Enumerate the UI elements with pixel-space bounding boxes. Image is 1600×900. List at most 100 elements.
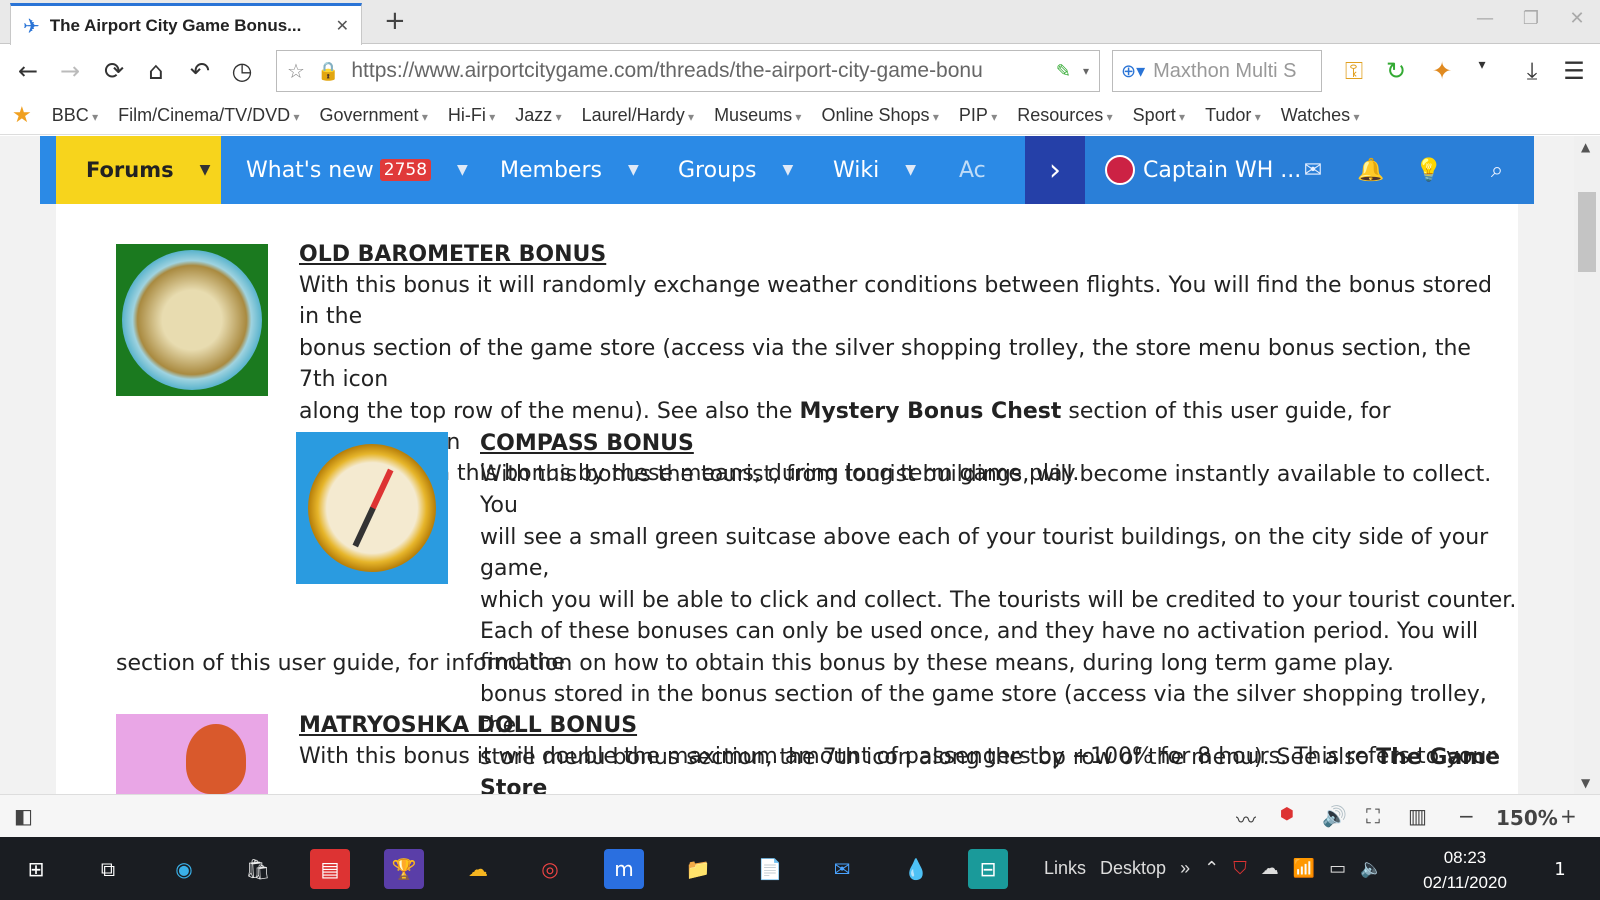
maxthon-icon[interactable]: m: [604, 849, 644, 889]
scroll-down-icon[interactable]: ▼: [1581, 776, 1590, 790]
search-input[interactable]: Maxthon Multi S: [1153, 60, 1296, 83]
trophy-app-icon[interactable]: 🏆: [384, 849, 424, 889]
nav-more[interactable]: Ac: [959, 136, 986, 204]
bookmark-folder[interactable]: Online Shops: [821, 105, 938, 126]
desktop-toolbar[interactable]: Desktop: [1100, 858, 1166, 879]
clock[interactable]: 08:23 02/11/2020: [1410, 845, 1520, 895]
scroll-thumb[interactable]: [1578, 192, 1596, 272]
active-tab[interactable]: ✈ The Airport City Game Bonus... ✕: [10, 3, 362, 45]
refresh-ext-icon[interactable]: ↻: [1380, 57, 1412, 85]
bookmark-folder[interactable]: PIP: [959, 105, 997, 126]
menu-icon[interactable]: ☰: [1558, 57, 1590, 85]
fullscreen-icon[interactable]: ⛶: [1366, 804, 1380, 828]
zoom-in-button[interactable]: +: [1560, 804, 1577, 828]
close-window-icon[interactable]: ✕: [1554, 8, 1600, 29]
speaker-icon[interactable]: 🔈: [1360, 858, 1382, 879]
restore-icon[interactable]: ❐: [1508, 8, 1554, 29]
bookmark-folder[interactable]: Museums: [714, 105, 801, 126]
edge-icon[interactable]: ◉: [164, 849, 204, 889]
wifi-icon[interactable]: 📶: [1293, 858, 1315, 879]
bookmark-folder[interactable]: Government: [320, 105, 428, 126]
store-icon[interactable]: 🛍: [238, 849, 278, 889]
tray-up-icon[interactable]: ⌃: [1204, 858, 1219, 879]
user-menu[interactable]: Captain WH ...: [1105, 136, 1301, 204]
address-bar[interactable]: ☆ 🔒 https://www.airportcitygame.com/thre…: [276, 50, 1100, 92]
bookmark-folder[interactable]: Laurel/Hardy: [582, 105, 694, 126]
star-bookmark-icon[interactable]: ☆: [287, 59, 305, 83]
battery-icon[interactable]: ▭: [1329, 858, 1346, 879]
download-icon[interactable]: ⤓: [1516, 57, 1548, 85]
chevron-down-icon[interactable]: ▼: [200, 162, 211, 178]
lightbulb-icon[interactable]: 💡: [1401, 136, 1457, 204]
back-icon[interactable]: ←: [12, 57, 44, 85]
more-ext-icon[interactable]: ▾: [1466, 57, 1498, 73]
bookmark-folder[interactable]: Jazz: [515, 105, 561, 126]
chrome-icon[interactable]: ◎: [530, 849, 570, 889]
section-body-tail: section of this user guide, for informat…: [116, 651, 1395, 676]
expand-toolbar-icon[interactable]: »: [1180, 858, 1190, 879]
activity-icon[interactable]: 〰: [1236, 804, 1256, 833]
news-app-icon[interactable]: ▤: [310, 849, 350, 889]
nav-forums-label: Forums: [86, 158, 174, 182]
chevron-down-icon[interactable]: ▼: [457, 162, 468, 178]
user-name: Captain WH ...: [1143, 157, 1302, 183]
close-tab-icon[interactable]: ✕: [336, 16, 349, 35]
task-view-icon[interactable]: ⧉: [88, 849, 128, 889]
bookmark-folder[interactable]: Film/Cinema/TV/DVD: [118, 105, 299, 126]
zoom-out-button[interactable]: −: [1458, 804, 1475, 828]
notifications-icon[interactable]: 1: [1540, 849, 1580, 889]
paint-icon[interactable]: 💧: [896, 849, 936, 889]
nav-members[interactable]: Members ▼: [500, 136, 639, 204]
chevron-down-icon[interactable]: ▼: [628, 162, 639, 178]
onedrive-icon[interactable]: ☁: [1261, 858, 1279, 879]
extension-icon[interactable]: ✎: [1056, 61, 1071, 82]
adblock-icon[interactable]: ⬢: [1280, 804, 1294, 823]
nav-wiki[interactable]: Wiki ▼: [833, 136, 916, 204]
bell-icon[interactable]: 🔔: [1343, 136, 1399, 204]
scroll-up-icon[interactable]: ▲: [1581, 140, 1590, 154]
minimize-icon[interactable]: —: [1462, 8, 1508, 29]
chevron-down-icon[interactable]: ▼: [905, 162, 916, 178]
search-icon[interactable]: ⌕: [1469, 136, 1525, 204]
new-tab-button[interactable]: +: [384, 6, 406, 36]
search-box[interactable]: ⊕▾ Maxthon Multi S: [1112, 50, 1322, 92]
home-icon[interactable]: ⌂: [140, 57, 172, 85]
nav-whats-new[interactable]: What's new 2758 ▼: [246, 136, 468, 204]
volume-icon[interactable]: 🔊: [1322, 804, 1347, 828]
weather-icon[interactable]: ☁: [458, 849, 498, 889]
bookmark-folder[interactable]: Hi-Fi: [448, 105, 495, 126]
vertical-scrollbar[interactable]: ▲ ▼: [1574, 136, 1600, 794]
search-engine-icon[interactable]: ⊕▾: [1121, 61, 1145, 82]
url-text[interactable]: https://www.airportcitygame.com/threads/…: [351, 59, 1044, 83]
nav-scroll-right-button[interactable]: ›: [1025, 136, 1085, 204]
nav-forums[interactable]: Forums ▼: [56, 136, 221, 204]
chevron-down-icon[interactable]: ▼: [782, 162, 793, 178]
zoom-level[interactable]: 150%: [1496, 806, 1558, 830]
bookmark-folder[interactable]: BBC: [52, 105, 98, 126]
nav-groups[interactable]: Groups ▼: [678, 136, 793, 204]
nav-more-label: Ac: [959, 157, 986, 183]
antivirus-icon[interactable]: ⛉: [1233, 858, 1247, 879]
key-icon[interactable]: ⚿: [1338, 57, 1370, 85]
undo-close-icon[interactable]: ↶: [184, 57, 216, 85]
toolbox-icon[interactable]: ⊟: [968, 849, 1008, 889]
bookmarks-star-icon[interactable]: ★: [12, 103, 32, 128]
windows-start-icon[interactable]: ⊞: [16, 849, 56, 889]
brush-icon[interactable]: ✦: [1426, 57, 1458, 85]
file-explorer-icon[interactable]: 📁: [678, 849, 718, 889]
reload-icon[interactable]: ⟳: [98, 57, 130, 85]
url-dropdown-icon[interactable]: ▾: [1083, 64, 1089, 78]
split-view-icon[interactable]: ▥: [1408, 804, 1427, 828]
system-tray: Links Desktop » ⌃ ⛉ ☁ 📶 ▭ 🔈: [1044, 837, 1383, 900]
mail-icon[interactable]: ✉: [822, 849, 862, 889]
bookmark-folder[interactable]: Resources: [1017, 105, 1112, 126]
history-icon[interactable]: ◷: [226, 57, 258, 85]
forward-icon[interactable]: →: [54, 57, 86, 85]
bookmark-folder[interactable]: Watches: [1281, 105, 1360, 126]
bookmark-folder[interactable]: Sport: [1133, 105, 1185, 126]
links-toolbar[interactable]: Links: [1044, 858, 1086, 879]
notepad-icon[interactable]: 📄: [750, 849, 790, 889]
bookmark-folder[interactable]: Tudor: [1205, 105, 1261, 126]
sidebar-toggle-icon[interactable]: ◧: [14, 804, 33, 828]
inbox-icon[interactable]: ✉: [1285, 136, 1341, 204]
